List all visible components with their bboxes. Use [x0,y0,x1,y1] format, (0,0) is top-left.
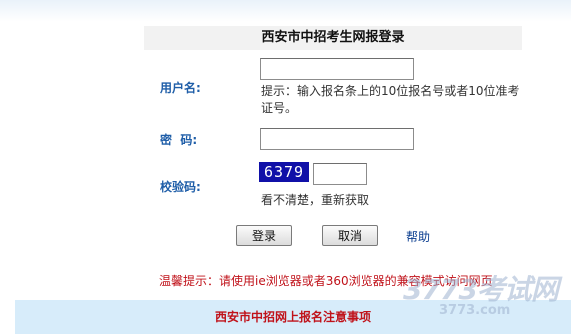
page-title: 西安市中招考生网报登录 [144,26,522,50]
footer-notice-title[interactable]: 西安市中招网上报名注意事项 [15,300,571,334]
help-link[interactable]: 帮助 [406,228,430,245]
username-input[interactable] [260,58,414,80]
cancel-button[interactable]: 取消 [322,225,378,246]
notice-text: 温馨提示：请使用ie浏览器或者360浏览器的兼容模式访问网页 [159,274,493,288]
captcha-label: 校验码: [160,180,201,194]
password-input[interactable] [260,128,414,150]
password-label: 密 码: [160,133,198,147]
login-page: 西安市中招考生网报登录 用户名: 提示：输入报名条上的10位报名号或者10位准考… [0,0,571,334]
captcha-image[interactable]: 6379 [259,162,309,182]
refresh-captcha-link[interactable]: 看不清楚，重新获取 [261,191,369,208]
username-label: 用户名: [160,81,201,95]
login-button[interactable]: 登录 [236,225,292,246]
captcha-input[interactable] [313,163,367,185]
top-strip [0,0,571,22]
username-hint: 提示：输入报名条上的10位报名号或者10位准考证号。 [261,84,520,115]
